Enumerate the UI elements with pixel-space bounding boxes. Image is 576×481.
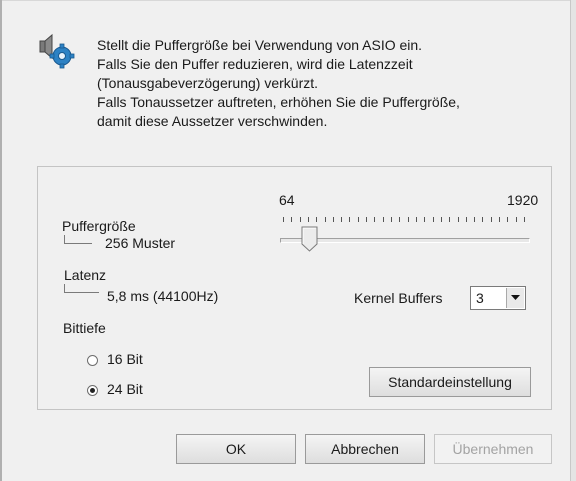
buffer-tree-connector xyxy=(64,235,92,244)
kernel-buffers-label: Kernel Buffers xyxy=(354,290,443,306)
slider-tick xyxy=(291,217,293,222)
slider-tick xyxy=(440,217,442,222)
apply-button[interactable]: Übernehmen xyxy=(434,434,552,464)
slider-tick xyxy=(507,217,509,222)
buffer-slider-thumb[interactable] xyxy=(301,226,319,252)
slider-tick xyxy=(465,217,467,222)
info-line: Falls Tonaussetzer auftreten, erhöhen Si… xyxy=(97,94,460,110)
slider-min-label: 64 xyxy=(279,192,295,208)
kernel-buffers-select[interactable]: 3 xyxy=(470,286,526,310)
slider-tick xyxy=(474,217,476,222)
slider-tick xyxy=(499,217,501,222)
latency-label: Latenz xyxy=(64,267,107,283)
info-line: damit diese Aussetzer verschwinden. xyxy=(97,113,328,129)
chevron-down-icon[interactable] xyxy=(506,288,524,308)
latency-value: 5,8 ms (44100Hz) xyxy=(107,288,219,304)
slider-tick xyxy=(324,217,326,222)
slider-tick xyxy=(407,217,409,222)
slider-tick xyxy=(349,217,351,222)
info-description: Stellt die Puffergröße bei Verwendung vo… xyxy=(97,36,547,131)
speaker-gear-icon xyxy=(38,32,78,72)
ok-button[interactable]: OK xyxy=(176,434,296,464)
radio-16-bit-label[interactable]: 16 Bit xyxy=(107,351,143,367)
latency-tree-connector xyxy=(64,284,99,293)
slider-tick xyxy=(391,217,393,222)
slider-tick xyxy=(382,217,384,222)
slider-max-label: 1920 xyxy=(507,192,539,208)
radio-24-bit-label[interactable]: 24 Bit xyxy=(107,381,143,397)
buffer-size-value: 256 Muster xyxy=(105,235,176,251)
scrollbar-edge xyxy=(570,0,576,481)
slider-tick xyxy=(515,217,517,222)
kernel-buffers-value: 3 xyxy=(476,290,484,306)
slider-tick xyxy=(316,217,318,222)
bit-depth-label: Bittiefe xyxy=(63,320,106,336)
slider-tick xyxy=(283,217,284,222)
info-line: Stellt die Puffergröße bei Verwendung vo… xyxy=(97,37,423,53)
slider-tick xyxy=(341,217,343,222)
slider-tick xyxy=(399,217,401,222)
radio-16-bit[interactable] xyxy=(87,355,98,366)
info-line: (Tonausgabeverzögerung) verkürzt. xyxy=(97,75,319,91)
info-line: Falls Sie den Puffer reduzieren, wird di… xyxy=(97,56,413,72)
slider-tick xyxy=(482,217,484,222)
default-settings-button[interactable]: Standardeinstellung xyxy=(369,367,531,397)
slider-tick xyxy=(524,217,525,222)
slider-tick xyxy=(457,217,459,222)
slider-tick xyxy=(415,217,417,222)
slider-tick xyxy=(357,217,359,222)
window-top-edge xyxy=(0,0,576,1)
slider-tick xyxy=(432,217,434,222)
slider-tick xyxy=(366,217,368,222)
slider-tick xyxy=(332,217,334,222)
radio-24-bit[interactable] xyxy=(87,385,98,396)
slider-tick xyxy=(449,217,451,222)
slider-tick xyxy=(424,217,426,222)
slider-tick xyxy=(299,217,301,222)
buffer-size-label: Puffergröße xyxy=(62,218,136,234)
cancel-button[interactable]: Abbrechen xyxy=(305,434,425,464)
slider-tick xyxy=(307,217,309,222)
window-left-edge xyxy=(0,0,2,481)
slider-tick xyxy=(490,217,492,222)
slider-tick xyxy=(374,217,376,222)
